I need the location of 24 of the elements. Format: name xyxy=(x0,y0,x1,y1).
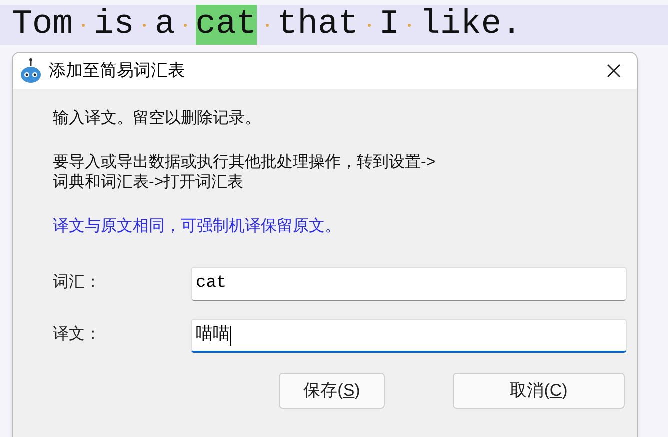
instruction-text: 要导入或导出数据或执行其他批处理操作，转到设置->词典和词汇表->打开词汇表 xyxy=(53,153,437,193)
editor-word: I xyxy=(379,5,400,45)
space-marker-icon xyxy=(408,24,412,26)
field-label: 词汇： xyxy=(53,273,102,293)
editor-word: like. xyxy=(420,5,522,45)
space-marker-icon xyxy=(82,24,85,26)
dialog-button[interactable]: 取消(C) xyxy=(453,373,625,409)
space-marker-icon xyxy=(184,24,187,26)
editor-word: cat xyxy=(196,5,257,45)
space-marker-icon xyxy=(266,24,269,26)
text-field[interactable]: 喵喵 xyxy=(191,319,627,353)
dialog-button[interactable]: 保存(S) xyxy=(279,373,385,409)
field-label: 译文： xyxy=(53,324,102,345)
editor-word: Tom xyxy=(12,5,74,45)
editor-word: is xyxy=(94,5,134,45)
instruction-text: 输入译文。留空以删除记录。 xyxy=(53,109,262,129)
robot-icon xyxy=(19,58,43,84)
editor-word: that xyxy=(277,5,359,45)
text-field[interactable]: cat xyxy=(191,267,627,301)
hint-text: 译文与原文相同，可强制机译保留原文。 xyxy=(53,217,342,237)
space-marker-icon xyxy=(143,24,146,26)
window-title: 添加至简易词汇表 xyxy=(49,60,185,82)
editor-word: a xyxy=(154,5,176,45)
space-marker-icon xyxy=(368,24,371,26)
